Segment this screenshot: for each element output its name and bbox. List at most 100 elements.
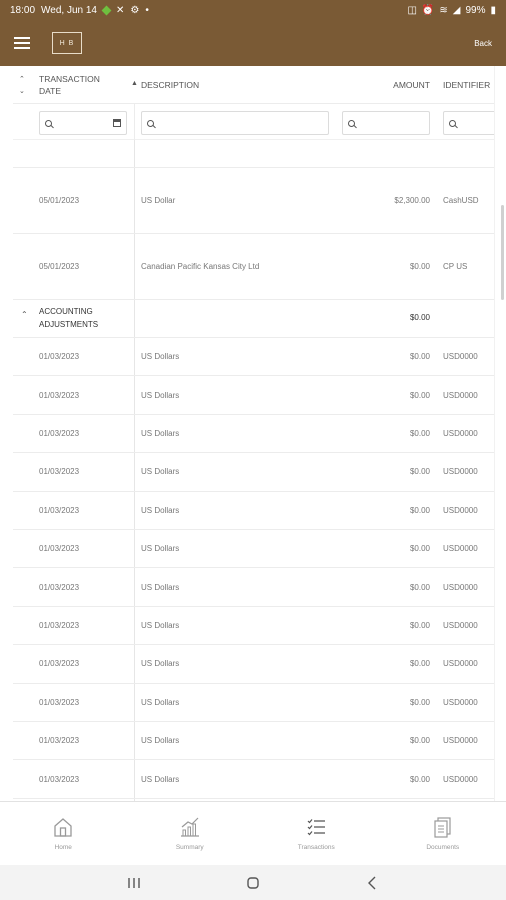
table-row[interactable]: [13, 140, 494, 168]
transactions-table: ⌃ ⌄ TRANSACTION DATE ▲ DESCRIPTION AMOUN…: [13, 66, 495, 801]
table-row[interactable]: 01/03/2023 US Dollars $0.00 USD0000: [13, 722, 494, 761]
summary-chart-icon: [180, 817, 199, 837]
cell-identifier: USD0000: [443, 544, 478, 554]
nav-home[interactable]: Home: [0, 802, 127, 865]
cell-identifier: USD0000: [443, 505, 478, 515]
search-icon: [449, 119, 456, 127]
settings-icon: ⚙: [130, 4, 140, 16]
cell-description: Canadian Pacific Kansas City Ltd: [141, 262, 260, 271]
table-row[interactable]: 01/03/2023 US Dollars $0.00 USD0000: [13, 338, 494, 377]
home-circle-icon: [247, 876, 259, 889]
sort-asc-icon[interactable]: ▲: [131, 78, 138, 90]
identifier-filter-input[interactable]: [443, 111, 494, 135]
table-row[interactable]: 01/03/2023 US Dollars $0.00 USD0000: [13, 415, 494, 454]
table-header: ⌃ ⌄ TRANSACTION DATE ▲ DESCRIPTION AMOUN…: [13, 66, 494, 104]
collapse-group-icon[interactable]: ⌃: [21, 310, 28, 319]
table-row[interactable]: 01/03/2023 US Dollars $0.00 USD0000: [13, 760, 494, 799]
table-row[interactable]: 01/03/2023 US Dollars $0.00 USD0000: [13, 645, 494, 684]
cell-amount: $0.00: [409, 544, 430, 554]
nav-documents[interactable]: Documents: [380, 802, 506, 865]
transactions-list-icon: [307, 819, 326, 836]
cell-description: US Dollars: [141, 428, 180, 438]
group-total-amount: $0.00: [409, 313, 430, 322]
cell-date: 01/03/2023: [39, 467, 80, 477]
cell-identifier: USD0000: [443, 659, 478, 669]
column-header-amount[interactable]: AMOUNT: [331, 66, 430, 104]
cell-date: 01/03/2023: [39, 774, 80, 784]
cell-date: 01/03/2023: [39, 428, 80, 438]
scrollbar-thumb[interactable]: [501, 205, 504, 300]
table-row[interactable]: 01/03/2023 US Dollars $0.00 USD0000: [13, 568, 494, 607]
table-row[interactable]: 01/03/2023 US Dollars $0.00 USD0000: [13, 492, 494, 530]
search-icon: [45, 119, 52, 127]
alarm-icon: ⏰: [421, 4, 435, 16]
cell-identifier: USD0000: [443, 352, 478, 362]
table-row[interactable]: 01/03/2023 US Dollars $0.00 USD0000: [13, 530, 494, 569]
filter-row: [13, 104, 494, 140]
cell-date: 01/03/2023: [39, 390, 80, 400]
cell-date: 01/03/2023: [39, 736, 80, 746]
column-header-date[interactable]: TRANSACTION DATE ▲: [39, 66, 138, 104]
cell-amount: $0.00: [409, 505, 430, 515]
cell-description: US Dollars: [141, 736, 180, 746]
recent-apps-button[interactable]: [122, 871, 146, 895]
calendar-icon[interactable]: [113, 119, 121, 127]
cell-amount: $0.00: [409, 697, 430, 707]
cell-amount: $0.00: [409, 352, 430, 362]
cell-identifier: USD0000: [443, 428, 478, 438]
back-chevron-icon: [368, 876, 376, 889]
cell-description: US Dollars: [141, 582, 180, 592]
table-row[interactable]: 05/01/2023 Canadian Pacific Kansas City …: [13, 234, 494, 300]
cell-description: US Dollars: [141, 659, 180, 669]
table-row[interactable]: 01/03/2023 US Dollars $0.00 USD0000: [13, 453, 494, 492]
status-date: Wed, Jun 14: [41, 4, 97, 16]
description-filter-input[interactable]: [141, 111, 329, 135]
cell-date: 01/03/2023: [39, 620, 80, 630]
status-time: 18:00: [10, 4, 36, 16]
column-header-identifier[interactable]: IDENTIFIER: [443, 66, 490, 104]
group-header-row[interactable]: ⌃ ACCOUNTING ADJUSTMENTS $0.00: [13, 300, 494, 338]
nav-home-label: Home: [54, 844, 72, 851]
expand-collapse-all[interactable]: ⌃ ⌄: [19, 66, 25, 104]
battery-icon: ▮: [490, 4, 496, 16]
chevron-up-icon[interactable]: ⌃: [19, 75, 25, 83]
cell-identifier: USD0000: [443, 390, 478, 400]
cell-description: US Dollars: [141, 774, 180, 784]
table-row[interactable]: 01/03/2023 US Dollars $0.00 USD0000: [13, 684, 494, 722]
search-icon: [348, 119, 355, 127]
table-row[interactable]: 01/03/2023 US Dollars $0.00 USD0000: [13, 607, 494, 646]
status-bar: 18:00 Wed, Jun 14 ✕ ⚙ • ◫ ⏰ ≋ ◢ 99% ▮: [0, 0, 506, 20]
cell-amount: $0.00: [409, 428, 430, 438]
menu-icon[interactable]: [14, 37, 30, 49]
recent-apps-icon: [128, 877, 140, 888]
chevron-down-icon[interactable]: ⌄: [19, 87, 25, 95]
cell-identifier: CP US: [443, 262, 468, 271]
cell-date: 01/03/2023: [39, 659, 80, 669]
cell-description: US Dollars: [141, 620, 180, 630]
cell-description: US Dollars: [141, 352, 180, 362]
documents-icon: [434, 817, 451, 838]
cell-description: US Dollars: [141, 697, 180, 707]
cell-date: 01/03/2023: [39, 544, 80, 554]
home-button[interactable]: [241, 871, 265, 895]
back-button[interactable]: Back: [474, 39, 492, 48]
table-row[interactable]: 05/01/2023 US Dollar $2,300.00 CashUSD: [13, 168, 494, 234]
cell-date: 01/03/2023: [39, 352, 80, 362]
back-nav-button[interactable]: [360, 871, 384, 895]
amount-filter-input[interactable]: [342, 111, 430, 135]
brand-logo: H B: [52, 32, 82, 54]
cell-date: 01/03/2023: [39, 505, 80, 515]
cell-amount: $2,300.00: [394, 196, 430, 205]
nav-transactions[interactable]: Transactions: [253, 802, 380, 865]
app-bar: H B Back: [0, 20, 506, 66]
cell-identifier: CashUSD: [443, 196, 479, 205]
group-label: ACCOUNTING ADJUSTMENTS: [39, 307, 99, 329]
cell-date: 01/03/2023: [39, 697, 80, 707]
date-filter-input[interactable]: [39, 111, 127, 135]
table-row[interactable]: 01/03/2023 US Dollars $0.00 USD0000: [13, 376, 494, 415]
cell-amount: $0.00: [409, 390, 430, 400]
column-header-description[interactable]: DESCRIPTION: [141, 66, 199, 104]
nav-summary[interactable]: Summary: [127, 802, 254, 865]
bottom-nav: Home Summary Transactions Documents: [0, 801, 506, 865]
cell-date: 05/01/2023: [39, 196, 80, 205]
